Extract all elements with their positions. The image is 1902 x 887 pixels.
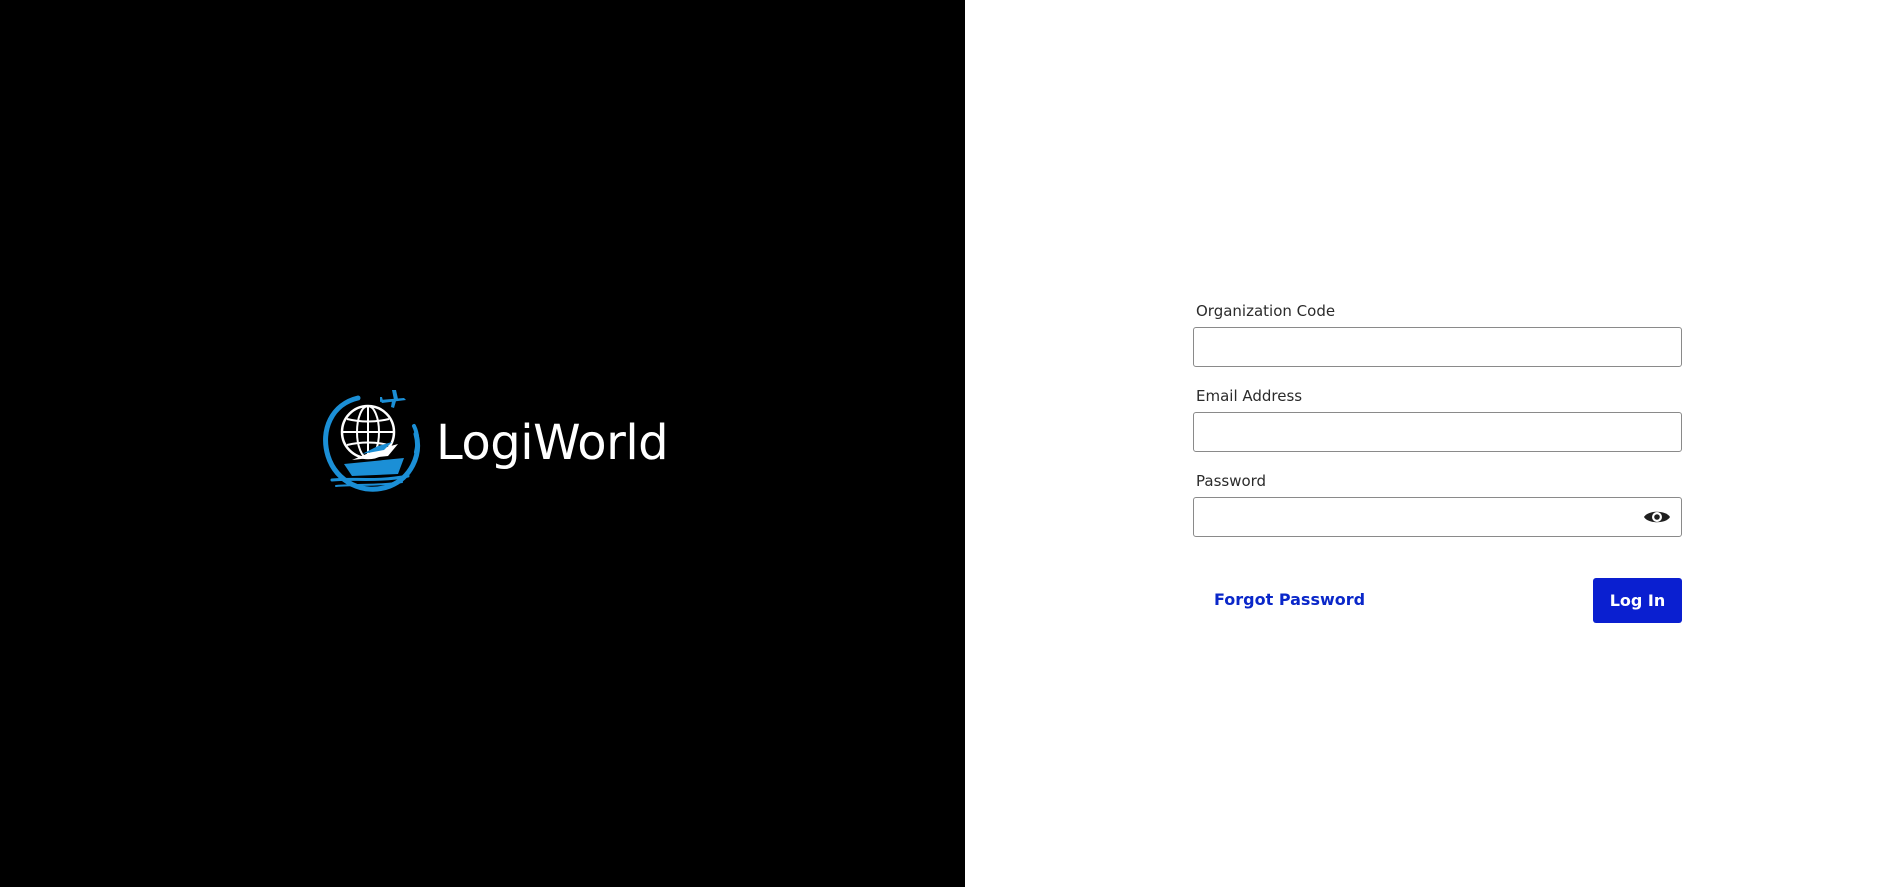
email-input-wrap xyxy=(1193,412,1682,452)
password-input-wrap xyxy=(1193,497,1682,537)
password-label: Password xyxy=(1196,472,1267,490)
login-form: Organization Code Email Address Password xyxy=(1193,300,1682,623)
login-page: LogiWorld Organization Code Email Addres… xyxy=(0,0,1902,887)
organization-code-label: Organization Code xyxy=(1196,302,1336,320)
brand-panel: LogiWorld xyxy=(0,0,965,887)
form-actions: Forgot Password Log In xyxy=(1193,578,1682,623)
forgot-password-link[interactable]: Forgot Password xyxy=(1214,590,1365,609)
eye-icon xyxy=(1644,511,1670,523)
organization-code-input[interactable] xyxy=(1193,327,1682,367)
globe-ship-plane-icon xyxy=(323,390,420,492)
email-input[interactable] xyxy=(1193,412,1682,452)
show-password-toggle[interactable] xyxy=(1642,506,1672,528)
password-field: Password xyxy=(1193,470,1682,537)
password-input[interactable] xyxy=(1193,497,1682,537)
login-form-panel: Organization Code Email Address Password xyxy=(965,0,1902,887)
brand-name: LogiWorld xyxy=(436,415,669,471)
login-button[interactable]: Log In xyxy=(1593,578,1682,623)
organization-code-input-wrap xyxy=(1193,327,1682,367)
organization-code-field: Organization Code xyxy=(1193,300,1682,367)
email-label: Email Address xyxy=(1196,387,1303,405)
email-field: Email Address xyxy=(1193,385,1682,452)
logo: LogiWorld xyxy=(318,386,669,498)
